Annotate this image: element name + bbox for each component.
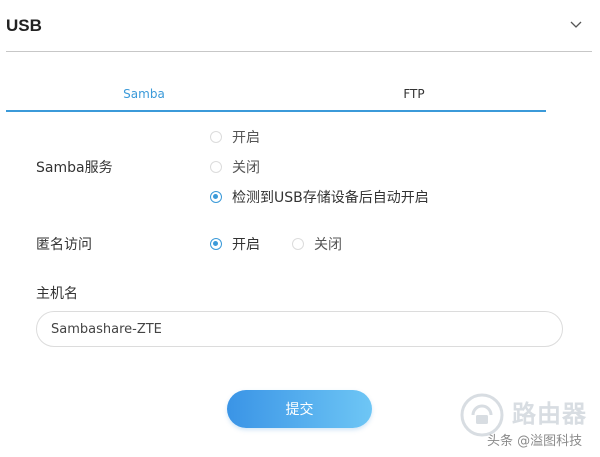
section-title: USB [6, 16, 42, 35]
radio-label: 开启 [232, 130, 260, 146]
watermark-brand: 路由器 [512, 400, 587, 428]
active-tab-underline [6, 110, 546, 112]
samba-service-off-radio[interactable]: 关闭 [210, 157, 260, 177]
tab-ftp[interactable]: FTP [282, 78, 546, 112]
samba-service-on-radio[interactable]: 开启 [210, 127, 260, 147]
samba-service-label: Samba服务 [36, 160, 113, 176]
radio-label: 检测到USB存储设备后自动开启 [232, 190, 429, 206]
header-divider [6, 51, 592, 52]
radio-circle [210, 161, 222, 173]
radio-circle [292, 238, 304, 250]
radio-label: 开启 [232, 237, 260, 253]
usb-section-header[interactable]: USB [0, 0, 600, 54]
anonymous-access-on-radio[interactable]: 开启 [210, 234, 260, 254]
tab-samba[interactable]: Samba [6, 78, 282, 112]
hostname-input[interactable] [36, 311, 563, 347]
radio-label: 关闭 [314, 237, 342, 253]
tab-bar: Samba FTP [6, 78, 546, 112]
radio-label: 关闭 [232, 160, 260, 176]
watermark-credit: 头条 @溢图科技 [487, 434, 583, 449]
anonymous-access-label: 匿名访问 [36, 237, 92, 253]
radio-circle [210, 131, 222, 143]
radio-circle-checked [210, 191, 222, 203]
submit-button[interactable]: 提交 [227, 390, 372, 428]
samba-service-auto-radio[interactable]: 检测到USB存储设备后自动开启 [210, 187, 429, 207]
anonymous-access-off-radio[interactable]: 关闭 [292, 234, 342, 254]
hostname-label: 主机名 [36, 286, 78, 302]
radio-circle-checked [210, 238, 222, 250]
chevron-down-icon[interactable] [569, 17, 583, 31]
